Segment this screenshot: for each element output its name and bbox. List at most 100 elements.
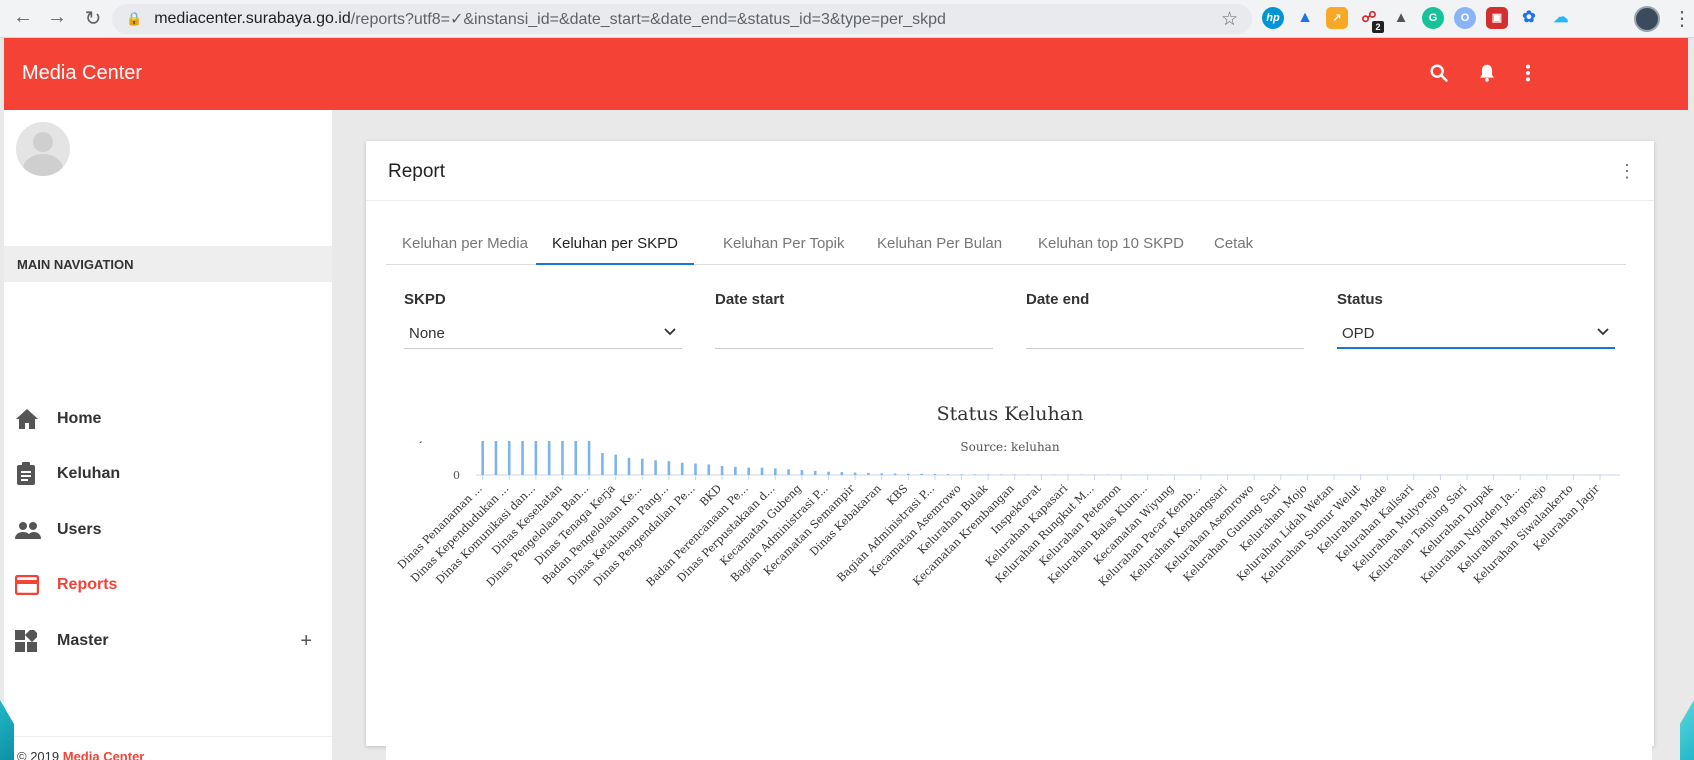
chart-bar	[561, 441, 564, 475]
card-header: Report ⋮	[366, 141, 1654, 201]
date-end-label: Date end	[1026, 291, 1090, 308]
chart-bar	[853, 472, 857, 475]
forward-arrow-icon[interactable]: →	[42, 6, 72, 29]
status-keluhan-chart: 05001000Jumlah KeluhanDinas Penanaman ..…	[395, 441, 1620, 589]
sidebar-item-label: Home	[57, 410, 102, 427]
extension-icons: hp ▲ ↗ ☍ 2 ▲ G O ▣ ✿ ☁	[1262, 7, 1572, 33]
chart-bar	[601, 452, 604, 475]
chart-bar	[680, 462, 684, 475]
tab-keluhan-per-bulan[interactable]: Keluhan Per Bulan	[861, 227, 1018, 265]
url-host: mediacenter.surabaya.go.id	[154, 10, 351, 27]
footer-text: © 2019 Media Center	[17, 749, 144, 760]
sidebar-item-users[interactable]: Users	[4, 506, 332, 554]
status-value: OPD	[1342, 325, 1375, 342]
card-bottom-strip	[386, 746, 1652, 760]
skpd-select[interactable]: None	[404, 313, 682, 349]
status-label: Status	[1337, 291, 1383, 308]
chevron-down-icon	[664, 325, 676, 339]
chart-bar	[734, 466, 737, 475]
app-title[interactable]: Media Center	[22, 62, 142, 85]
date-end-input[interactable]	[1026, 313, 1304, 349]
chart-extension-icon[interactable]: ↗	[1326, 7, 1348, 29]
users-icon	[15, 521, 55, 539]
chart-bar	[481, 441, 484, 475]
chart-bar	[720, 466, 724, 475]
chart-bar	[534, 441, 538, 475]
extension-badge: 2	[1372, 21, 1384, 33]
dashboard-icon	[15, 630, 55, 652]
lock-icon: 🔒	[126, 11, 143, 26]
tab-keluhan-top-10-skpd[interactable]: Keluhan top 10 SKPD	[1022, 227, 1200, 265]
url-path: /reports?utf8=✓&instansi_id=&date_start=…	[350, 11, 946, 28]
tab-cetak[interactable]: Cetak	[1198, 227, 1269, 265]
chart-bar	[547, 441, 551, 475]
chart-bar	[507, 441, 511, 475]
app-header: Media Center	[4, 38, 1688, 110]
chart-bar	[946, 474, 950, 475]
circle-extension-icon[interactable]: O	[1454, 7, 1476, 29]
chart-bar	[587, 441, 591, 475]
page-title: Report	[388, 161, 446, 182]
y-tick-label: 0	[453, 469, 460, 482]
chart-bar	[494, 441, 498, 475]
chart-bar	[933, 474, 937, 475]
tab-keluhan-per-topik[interactable]: Keluhan Per Topik	[707, 227, 860, 265]
profile-avatar[interactable]	[1634, 6, 1660, 32]
card-icon	[15, 575, 55, 595]
hp-extension-icon[interactable]: hp	[1262, 7, 1284, 29]
chart-bar	[694, 463, 697, 475]
footer-brand-link[interactable]: Media Center	[63, 749, 145, 760]
sidebar-footer: © 2019 Media Center	[4, 736, 332, 760]
cloud-extension-icon[interactable]: ☁	[1550, 7, 1572, 29]
address-bar[interactable]: 🔒 mediacenter.surabaya.go.id/reports?utf…	[112, 4, 1252, 34]
bookmark-star-icon[interactable]: ☆	[1221, 8, 1238, 31]
more-vert-icon[interactable]	[1522, 62, 1534, 89]
reload-icon[interactable]: ↻	[78, 6, 108, 31]
graduation-extension-icon[interactable]: ▲	[1294, 7, 1316, 29]
chart-bar	[840, 472, 844, 475]
y-axis-label: Jumlah Keluhan	[408, 441, 422, 444]
search-icon[interactable]	[1428, 62, 1450, 89]
tab-keluhan-per-skpd[interactable]: Keluhan per SKPD	[536, 227, 694, 265]
pdf-extension-icon[interactable]: ▣	[1486, 7, 1508, 29]
footer-prefix: © 2019	[17, 749, 63, 760]
chart-title: Status Keluhan	[936, 403, 1084, 425]
clipboard-icon	[15, 462, 55, 486]
chart-bar	[813, 470, 817, 475]
chevron-down-icon	[1597, 325, 1609, 339]
status-select[interactable]: OPD	[1337, 313, 1615, 349]
sidebar-item-master[interactable]: Master +	[4, 617, 332, 665]
more-vert-icon[interactable]: ⋮	[1672, 6, 1692, 31]
chart-bar	[521, 441, 524, 475]
chart-bar	[907, 473, 910, 475]
home-icon	[15, 408, 55, 430]
sidebar-item-keluhan[interactable]: Keluhan	[4, 450, 332, 498]
more-vert-icon[interactable]: ⋮	[1618, 161, 1636, 182]
sidebar-item-label: Master	[57, 632, 109, 649]
skpd-value: None	[409, 325, 445, 342]
tab-keluhan-per-media[interactable]: Keluhan per Media	[386, 227, 544, 265]
chart-bar	[920, 473, 923, 475]
feather-extension-icon[interactable]: ✿	[1518, 7, 1540, 29]
date-start-input[interactable]	[715, 313, 993, 349]
link-extension-icon[interactable]: ☍ 2	[1358, 7, 1384, 33]
sidebar-item-reports[interactable]: Reports	[4, 561, 332, 609]
date-start-label: Date start	[715, 291, 785, 308]
chart-bar	[827, 471, 830, 475]
sidebar-item-label: Reports	[57, 576, 118, 593]
grammarly-icon[interactable]: G	[1422, 7, 1444, 29]
sidebar-item-home[interactable]: Home	[4, 395, 332, 443]
skpd-label: SKPD	[404, 291, 446, 308]
expand-plus-icon[interactable]: +	[300, 630, 312, 653]
chart-bar	[574, 441, 578, 475]
nav-header: MAIN NAVIGATION	[4, 246, 332, 282]
chart-bar	[614, 454, 617, 475]
chart-bar	[640, 458, 644, 475]
chart-bar	[880, 473, 884, 475]
back-arrow-icon[interactable]: ←	[8, 6, 38, 29]
bell-icon[interactable]	[1476, 62, 1498, 89]
chart-bar	[787, 469, 790, 475]
chart-bar	[960, 474, 963, 475]
drive-extension-icon[interactable]: ▲	[1390, 7, 1412, 29]
chart-bar	[867, 473, 870, 475]
